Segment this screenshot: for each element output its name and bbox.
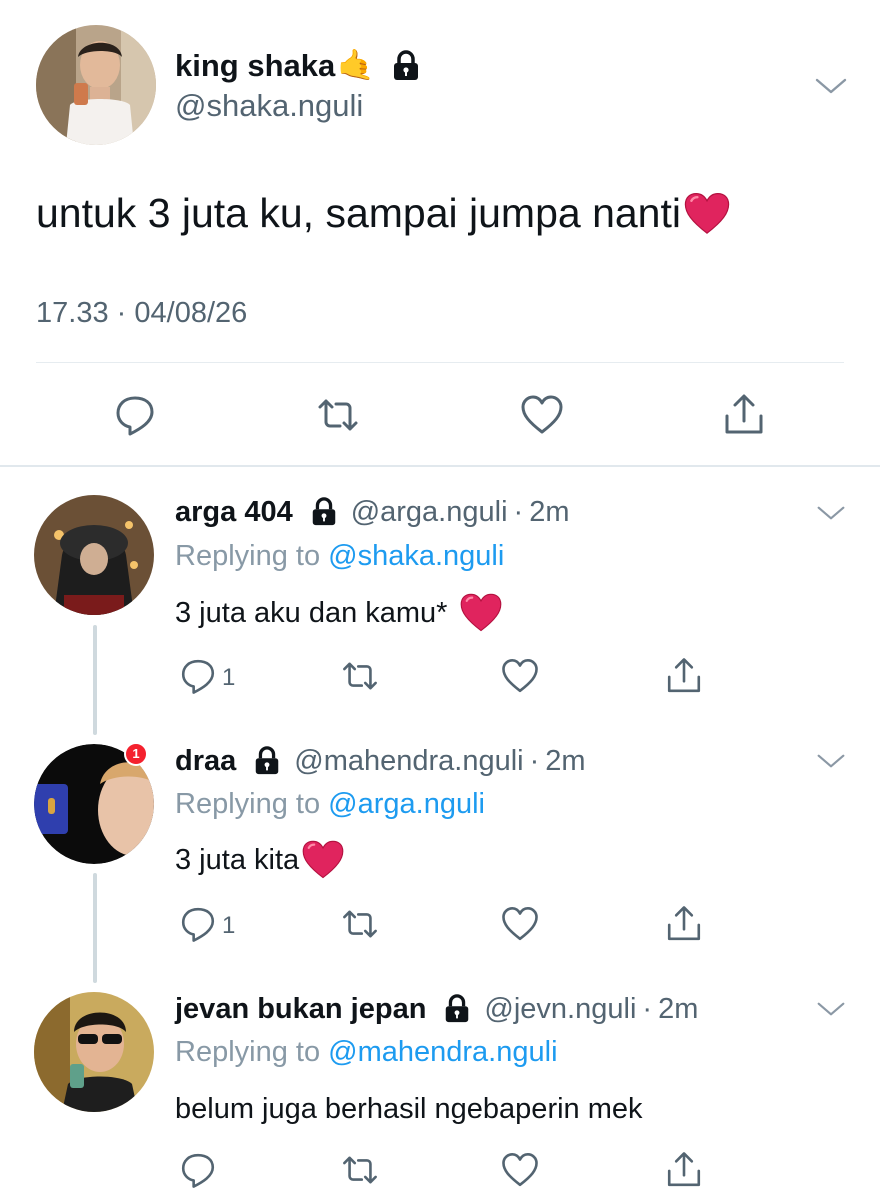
share-icon[interactable] — [664, 656, 704, 696]
retweet-icon[interactable] — [315, 392, 361, 438]
thread-line — [93, 625, 97, 735]
lock-icon — [309, 497, 339, 527]
replying-prefix: Replying to — [175, 1036, 321, 1068]
heart-emoji-icon — [301, 840, 345, 880]
like-icon[interactable] — [519, 392, 565, 438]
meta-separator: · — [116, 297, 127, 329]
avatar[interactable] — [36, 25, 156, 145]
lock-icon — [442, 994, 472, 1024]
replying-prefix: Replying to — [175, 788, 321, 820]
retweet-icon[interactable] — [340, 656, 380, 696]
share-icon[interactable] — [664, 904, 704, 944]
reply-text-content: 3 juta kita — [175, 843, 300, 876]
call-me-hand-emoji: 🤙 — [337, 48, 375, 83]
avatar[interactable] — [34, 992, 154, 1112]
handle[interactable]: @mahendra.nguli — [294, 745, 523, 778]
replying-to: Replying to @shaka.nguli — [175, 540, 504, 573]
author-name-row: king shaka 🤙 — [175, 42, 421, 90]
timestamp[interactable]: 2m — [529, 496, 569, 529]
reply-icon[interactable] — [178, 904, 218, 944]
reply-count: 1 — [222, 664, 236, 691]
like-icon[interactable] — [500, 904, 540, 944]
timestamp[interactable]: 2m — [658, 993, 698, 1026]
retweet-icon[interactable] — [340, 1150, 380, 1190]
notification-badge: 1 — [124, 742, 148, 766]
reply-icon[interactable] — [178, 656, 218, 696]
reply-icon[interactable] — [112, 392, 158, 438]
like-icon[interactable] — [500, 1150, 540, 1190]
share-icon[interactable] — [664, 1150, 704, 1190]
mention-link[interactable]: @shaka.nguli — [328, 540, 504, 572]
reply-header: arga 404 @arga.nguli · 2m — [175, 492, 569, 532]
reply-count: 1 — [222, 912, 236, 939]
chevron-down-icon[interactable] — [816, 752, 846, 770]
handle[interactable]: @arga.nguli — [351, 496, 508, 529]
divider — [36, 362, 844, 363]
reply-text: belum juga berhasil ngebaperin mek — [175, 1093, 643, 1126]
avatar[interactable]: 1 — [34, 742, 154, 864]
reply-text: 3 juta aku dan kamu* — [175, 593, 503, 633]
tweet-timestamp[interactable]: 17.33 · 04/08/26 — [36, 297, 247, 330]
reply-icon[interactable] — [178, 1150, 218, 1190]
replying-to: Replying to @arga.nguli — [175, 788, 485, 821]
avatar[interactable] — [34, 495, 154, 615]
replying-prefix: Replying to — [175, 540, 321, 572]
tweet-date: 04/08/26 — [134, 297, 248, 329]
reply-text-content: 3 juta aku dan kamu* — [175, 596, 448, 629]
lock-icon — [252, 746, 282, 776]
tweet-text: untuk 3 juta ku, sampai jumpa nanti — [36, 190, 731, 237]
like-icon[interactable] — [500, 656, 540, 696]
reply-header: jevan bukan jepan @jevn.nguli · 2m — [175, 989, 698, 1029]
mention-link[interactable]: @arga.nguli — [328, 788, 485, 820]
mention-link[interactable]: @mahendra.nguli — [328, 1036, 557, 1068]
tweet-text-content: untuk 3 juta ku, sampai jumpa nanti — [36, 190, 681, 236]
timestamp[interactable]: 2m — [545, 745, 585, 778]
display-name[interactable]: jevan bukan jepan — [175, 993, 426, 1026]
lock-icon — [391, 50, 421, 82]
display-name[interactable]: draa — [175, 745, 236, 778]
section-divider — [0, 465, 880, 467]
replying-to: Replying to @mahendra.nguli — [175, 1036, 558, 1069]
heart-emoji-icon — [459, 593, 503, 633]
chevron-down-icon[interactable] — [816, 1000, 846, 1018]
chevron-down-icon[interactable] — [814, 76, 848, 96]
main-tweet: king shaka 🤙 @shaka.nguli untuk 3 juta k… — [0, 0, 880, 465]
reply-text-content: belum juga berhasil ngebaperin mek — [175, 1093, 643, 1125]
display-name[interactable]: arga 404 — [175, 496, 293, 529]
share-icon[interactable] — [721, 392, 767, 438]
separator: · — [529, 744, 540, 777]
handle[interactable]: @jevn.nguli — [484, 993, 636, 1026]
display-name[interactable]: king shaka — [175, 48, 335, 84]
chevron-down-icon[interactable] — [816, 504, 846, 522]
heart-emoji-icon — [683, 192, 731, 236]
handle[interactable]: @shaka.nguli — [175, 88, 363, 124]
separator: · — [513, 495, 524, 528]
reply-text: 3 juta kita — [175, 840, 345, 880]
reply-header: draa @mahendra.nguli · 2m — [175, 741, 586, 781]
thread-line — [93, 873, 97, 983]
retweet-icon[interactable] — [340, 904, 380, 944]
separator: · — [642, 992, 653, 1025]
tweet-time: 17.33 — [36, 297, 109, 329]
